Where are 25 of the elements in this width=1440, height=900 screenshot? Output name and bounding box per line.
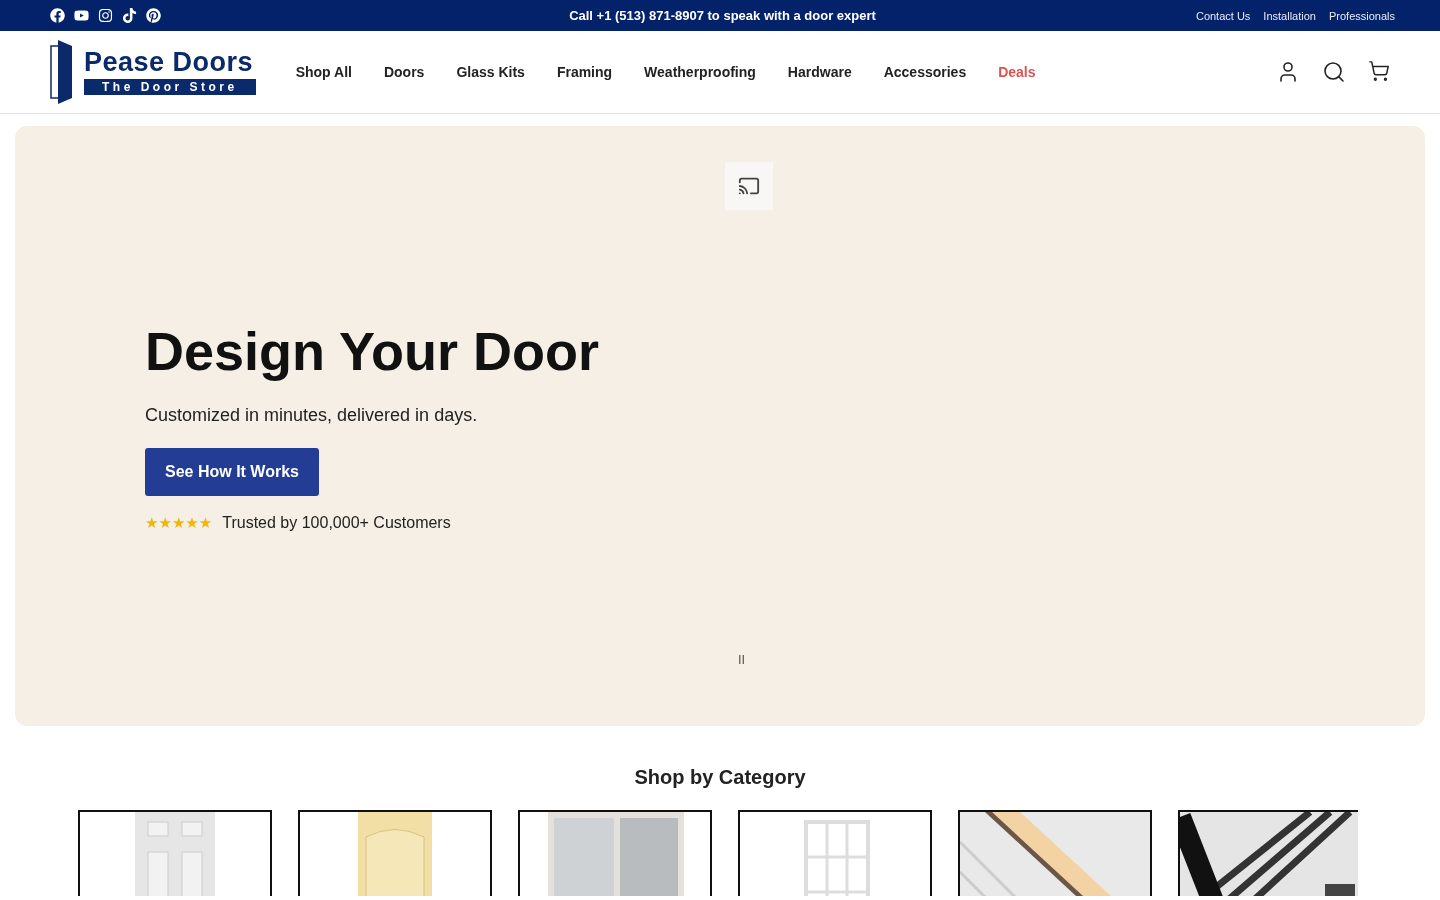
pause-button[interactable]: II: [738, 652, 746, 667]
trust-text: Trusted by 100,000+ Customers: [222, 514, 451, 533]
announcement: Call +1 (513) 871-8907 to speak with a door expert: [568, 8, 877, 23]
see-how-button[interactable]: See How It Works: [145, 448, 319, 497]
nav-link[interactable]: Accessories: [883, 64, 967, 80]
nav-link[interactable]: Weatherproofing: [644, 64, 756, 80]
top-link[interactable]: Installation: [1263, 9, 1316, 22]
logo-tagline: The Door Store: [84, 79, 256, 95]
logo-name[interactable]: Pease Doors: [84, 49, 256, 76]
nav-link[interactable]: Hardware: [787, 64, 852, 80]
nav-link[interactable]: Glass Kits: [456, 64, 525, 80]
star-icon: ★: [185, 514, 199, 533]
nav-link[interactable]: Shop All: [295, 64, 352, 80]
nav-link[interactable]: Framing: [556, 64, 613, 80]
section-title: Shop by Category: [633, 765, 807, 790]
nav-link[interactable]: Doors: [383, 64, 425, 80]
top-link[interactable]: Contact Us: [1195, 9, 1251, 22]
hero-subtitle: Customized in minutes, delivered in days.: [145, 405, 479, 427]
top-link[interactable]: Professionals: [1328, 9, 1395, 22]
star-icon: ★: [198, 514, 213, 533]
star-icon: ★: [158, 514, 172, 533]
star-icon: ★: [171, 514, 186, 533]
hero-title: Design Your Door: [145, 322, 601, 382]
nav-link[interactable]: Deals: [998, 64, 1036, 80]
star-icon: ★: [145, 514, 159, 533]
